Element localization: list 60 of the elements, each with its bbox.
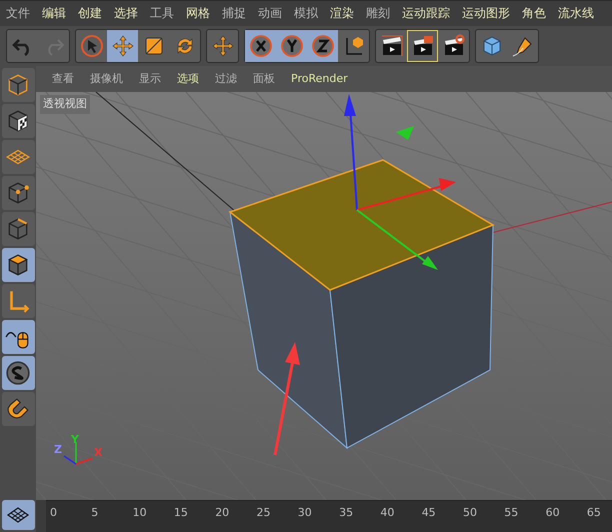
menu-item[interactable]: 流水线 — [552, 1, 600, 26]
tool-button[interactable] — [2, 104, 34, 138]
frame-number: 20 — [215, 505, 230, 521]
axis-label: Y — [71, 432, 79, 448]
tool-button[interactable] — [2, 320, 34, 354]
viewport-menu-item[interactable]: ProRender — [283, 66, 356, 92]
snap-icon — [5, 360, 31, 386]
tool-button[interactable] — [2, 356, 34, 390]
viewport-label: 透视视图 — [40, 95, 90, 114]
viewport-menu-item[interactable]: 查看 — [44, 66, 82, 92]
menu-item[interactable]: 雕刻 — [360, 1, 396, 26]
tool-button[interactable] — [2, 392, 34, 426]
viewport-menu-item[interactable]: 显示 — [131, 66, 169, 92]
menu-item[interactable]: 文件 — [0, 1, 36, 26]
menu-item[interactable]: 创建 — [72, 1, 108, 26]
viewport-menu-item[interactable]: 摄像机 — [82, 66, 131, 92]
tool-button[interactable] — [2, 176, 34, 210]
frame-number: 40 — [380, 505, 394, 521]
frame-number: 15 — [174, 505, 188, 521]
move-icon — [110, 34, 134, 58]
menu-item[interactable]: 捕捉 — [216, 1, 252, 26]
frame-number: 60 — [546, 505, 560, 521]
y-axis-icon — [280, 34, 304, 58]
frame-number: 25 — [256, 505, 270, 521]
cursor-icon — [80, 34, 104, 58]
clapperboard-icon — [380, 34, 404, 58]
frame-number: 65 — [586, 505, 601, 521]
menu-item[interactable]: 运动图形 — [456, 1, 516, 26]
frame-number: 50 — [463, 505, 477, 521]
frame-number: 30 — [298, 505, 312, 521]
axis-label: X — [94, 445, 102, 461]
z-axis-icon — [310, 34, 334, 58]
frame-number: 10 — [132, 505, 147, 521]
toolbar-button[interactable] — [407, 30, 438, 62]
x-axis-icon — [248, 34, 272, 58]
axis-widget — [64, 442, 94, 465]
menu-item[interactable]: 渲染 — [324, 1, 360, 26]
tool-button[interactable] — [2, 500, 34, 530]
toolbar-button[interactable] — [245, 30, 276, 62]
frame-number: 45 — [422, 505, 436, 521]
menu-item[interactable]: 动画 — [252, 1, 288, 26]
tool-button[interactable] — [2, 68, 34, 102]
viewport-menu-item[interactable]: 面板 — [245, 66, 283, 92]
menu-item[interactable]: 编辑 — [36, 1, 72, 26]
viewport-menu-item[interactable]: 选项 — [169, 66, 207, 92]
frame-number: 5 — [91, 505, 98, 521]
menu-item[interactable]: 网格 — [180, 1, 216, 26]
frame-number: 0 — [50, 505, 57, 521]
menu-item[interactable]: 选择 — [108, 1, 144, 26]
tool-button[interactable] — [2, 248, 34, 282]
menu-item[interactable]: 角色 — [516, 1, 552, 26]
frame-number: 55 — [504, 505, 518, 521]
move-icon — [210, 34, 234, 58]
frame-number: 35 — [339, 505, 354, 521]
menu-item[interactable]: 运动跟踪 — [396, 1, 456, 26]
viewport-menu-item[interactable]: 过滤 — [207, 66, 245, 92]
axis-label: Z — [54, 442, 62, 458]
toolbar-button[interactable] — [307, 30, 338, 62]
menu-item[interactable]: 模拟 — [288, 1, 324, 26]
menu-item[interactable]: 工具 — [144, 1, 180, 26]
